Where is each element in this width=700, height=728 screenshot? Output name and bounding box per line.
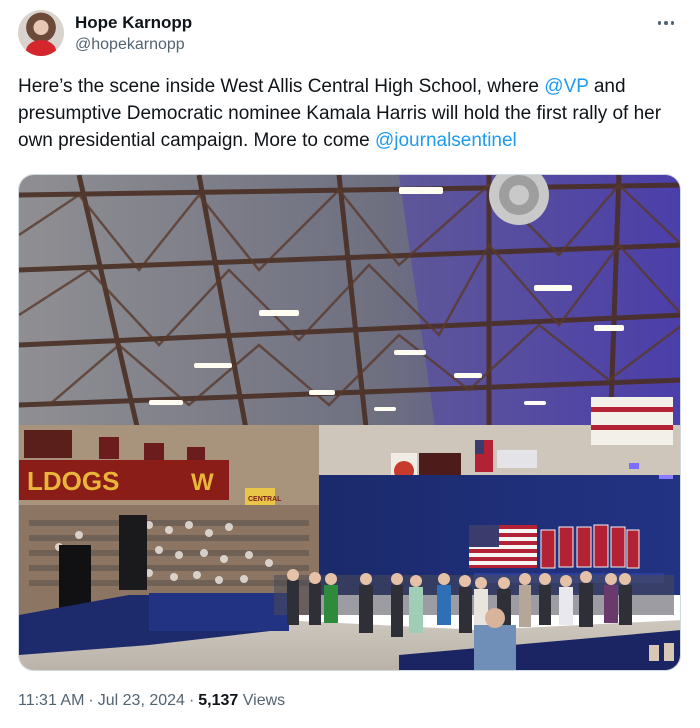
mention-link-vp[interactable]: @VP <box>544 76 588 97</box>
views-label[interactable]: Views <box>243 692 285 709</box>
tweet-time[interactable]: 11:31 AM <box>18 692 84 709</box>
separator-dot: · <box>188 692 195 709</box>
separator-dot: · <box>88 692 94 709</box>
tweet-header: Hope Karnopp @hopekarnopp <box>18 10 682 60</box>
banner-text: LDOGS <box>27 466 119 496</box>
avatar[interactable] <box>18 10 64 56</box>
tweet-photo[interactable]: LDOGS W CENTRAL <box>18 174 681 671</box>
views-count[interactable]: 5,137 <box>198 692 238 709</box>
banner-suffix: W <box>191 469 214 496</box>
author-name[interactable]: Hope Karnopp <box>75 13 192 33</box>
tweet-meta: 11:31 AM · Jul 23, 2024 · 5,137 Views <box>18 692 285 710</box>
gymnasium-photo: LDOGS W CENTRAL <box>19 175 680 670</box>
mention-link-journalsentinel[interactable]: @journalsentinel <box>375 130 517 151</box>
tweet-text-part: Here’s the scene inside West Allis Centr… <box>18 76 545 97</box>
tweet-date[interactable]: Jul 23, 2024 <box>98 692 185 709</box>
central-sign-text: CENTRAL <box>248 496 282 503</box>
tweet-text: Here’s the scene inside West Allis Centr… <box>18 73 682 154</box>
more-options-icon[interactable] <box>654 12 678 34</box>
author-handle[interactable]: @hopekarnopp <box>75 36 185 54</box>
